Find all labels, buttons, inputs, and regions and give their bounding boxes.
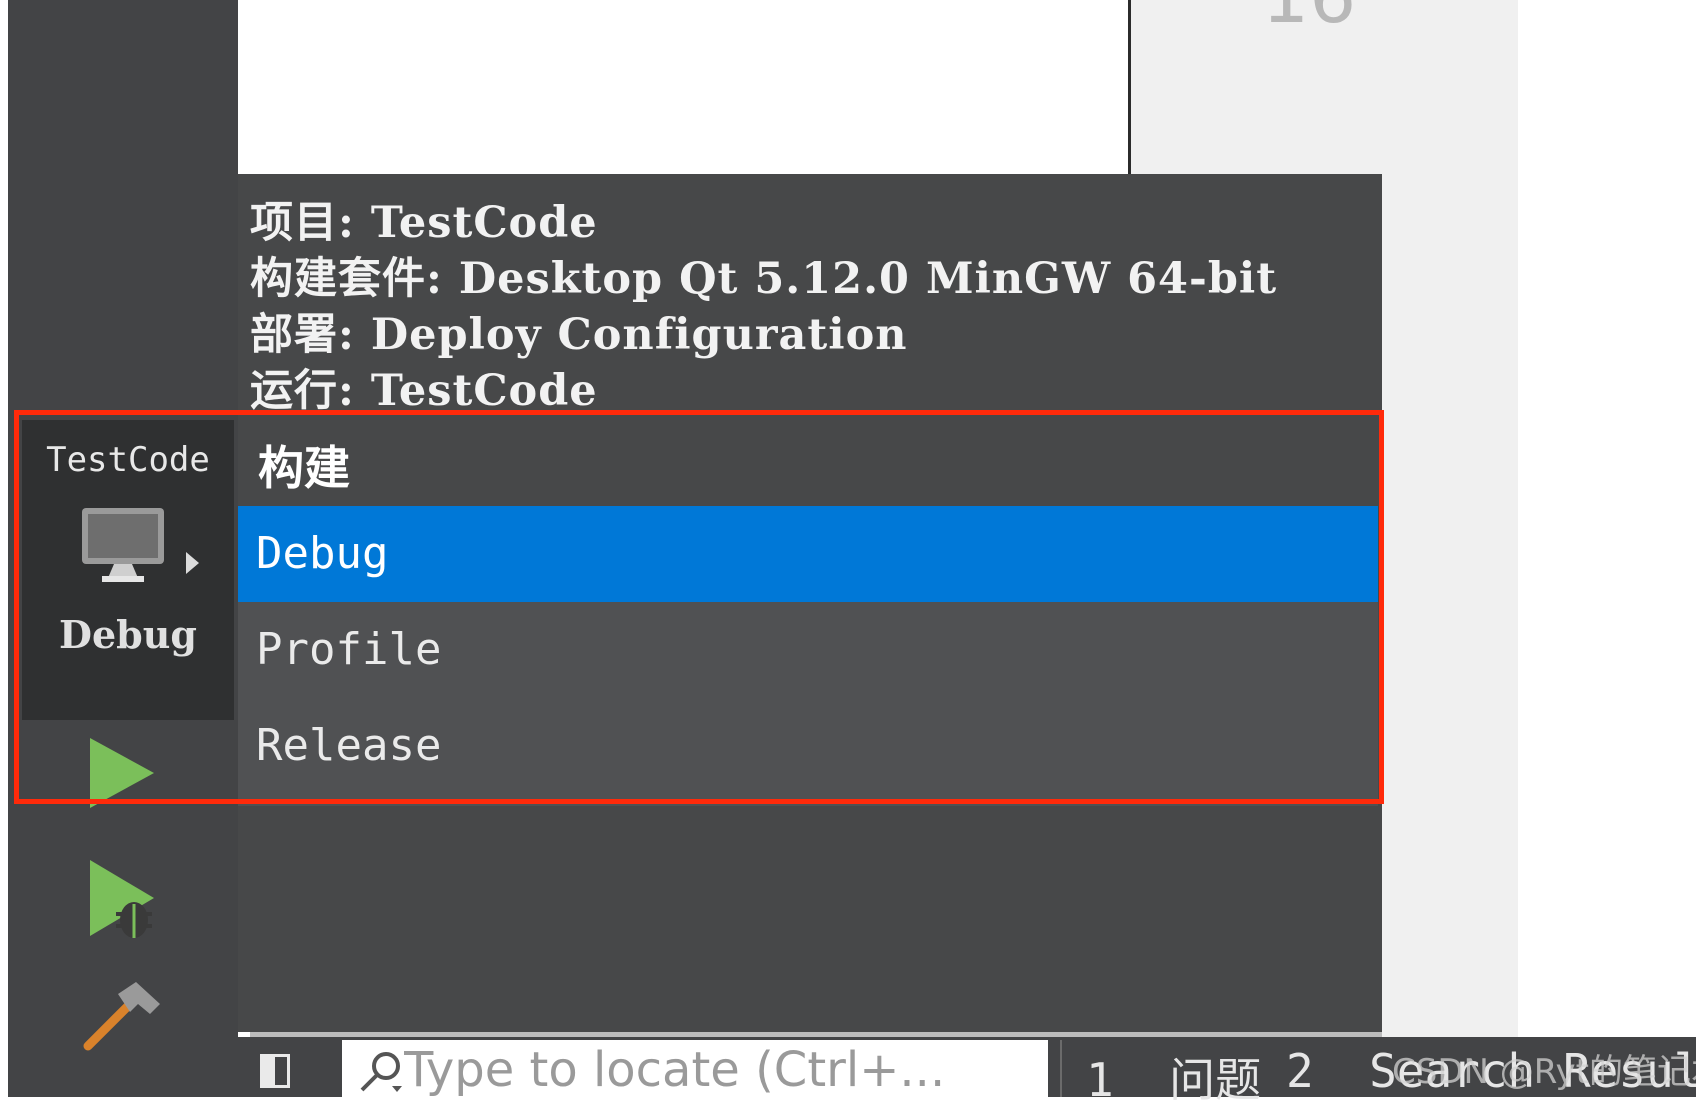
info-kit-label: 构建套件 [250, 254, 426, 304]
colon: : [338, 366, 371, 416]
colon: : [426, 254, 459, 304]
search-icon [360, 1052, 402, 1092]
info-run-label: 运行 [250, 366, 338, 416]
info-project: 项目: TestCode [250, 188, 598, 250]
info-project-value: TestCode [370, 198, 598, 248]
info-kit: 构建套件: Desktop Qt 5.12.0 MinGW 64-bit [250, 244, 1277, 306]
colon: : [338, 310, 371, 360]
info-kit-value: Desktop Qt 5.12.0 MinGW 64-bit [458, 254, 1278, 304]
info-deploy: 部署: Deploy Configuration [250, 300, 908, 362]
info-run-value: TestCode [370, 366, 598, 416]
info-project-label: 项目 [250, 198, 338, 248]
sidebar-toggle-icon-fill [263, 1057, 275, 1085]
info-deploy-value: Deploy Configuration [370, 310, 908, 360]
line-number: 16 [1262, 0, 1356, 40]
code-editor[interactable] [238, 0, 1130, 175]
annotation-highlight-box [14, 410, 1384, 804]
watermark: CSDN @Ryt的笔记本 [1392, 1052, 1696, 1092]
colon: : [338, 198, 371, 248]
hammer-icon[interactable] [80, 980, 162, 1052]
play-bug-icon[interactable] [88, 858, 160, 942]
locator-input[interactable] [404, 1042, 1034, 1097]
info-deploy-label: 部署 [250, 310, 338, 360]
info-run: 运行: TestCode [250, 356, 598, 418]
status-divider [1060, 1040, 1062, 1097]
line-number-gutter-lower [1380, 175, 1518, 1037]
issues-tab[interactable]: 1 问题 [1086, 1044, 1261, 1110]
